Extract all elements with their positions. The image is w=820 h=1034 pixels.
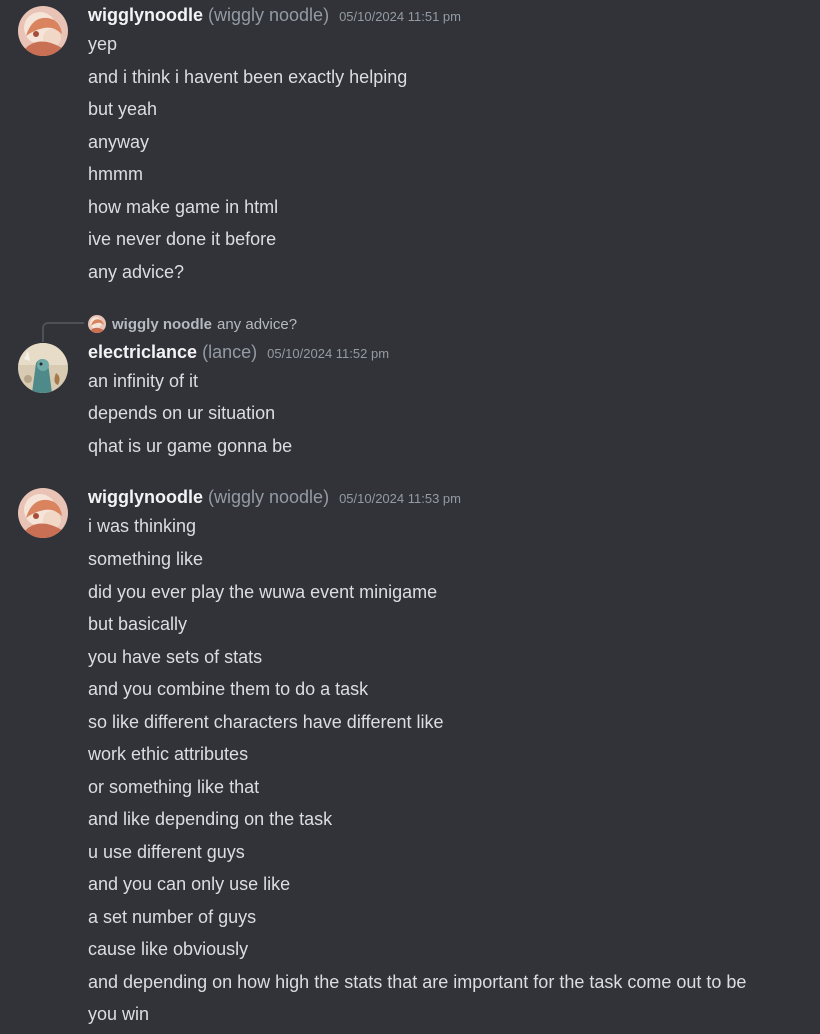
- timestamp[interactable]: 05/10/2024 11:53 pm: [339, 491, 461, 506]
- message-line: u use different guys: [88, 842, 245, 862]
- avatar-image: [18, 6, 68, 56]
- message-line: ive never done it before: [88, 229, 277, 249]
- reply-connector: [42, 322, 84, 342]
- message-line: something like: [88, 549, 204, 569]
- message-line: any advice?: [88, 262, 185, 282]
- message-line: and like depending on the task: [88, 809, 333, 829]
- username[interactable]: electriclance: [88, 342, 197, 363]
- message-line: work ethic attributes: [88, 744, 249, 764]
- message-line: qhat is ur game gonna be: [88, 436, 293, 456]
- message-line: an infinity of it: [88, 371, 199, 391]
- avatar-image: [18, 488, 68, 538]
- avatar[interactable]: [18, 6, 68, 56]
- message-line: depends on ur situation: [88, 403, 276, 423]
- message-line: hmmm: [88, 164, 143, 184]
- message-line: and i think i havent been exactly helpin…: [88, 67, 408, 87]
- nickname: (lance): [202, 342, 258, 362]
- message-line: so like different characters have differ…: [88, 712, 444, 732]
- timestamp[interactable]: 05/10/2024 11:52 pm: [267, 346, 389, 361]
- timestamp[interactable]: 05/10/2024 11:51 pm: [339, 9, 461, 24]
- reply-avatar: [88, 315, 106, 333]
- message-line: yep: [88, 34, 118, 54]
- message-line: how make game in html: [88, 197, 279, 217]
- message-header: electriclance (lance) 05/10/2024 11:52 p…: [88, 342, 389, 366]
- avatar[interactable]: [18, 488, 68, 538]
- reply-preview[interactable]: wiggly noodle any advice?: [88, 314, 297, 334]
- message-line: did you ever play the wuwa event minigam…: [88, 582, 438, 602]
- username[interactable]: wigglynoodle: [88, 5, 203, 26]
- reply-text: any advice?: [217, 315, 298, 333]
- message-line: a set number of guys: [88, 907, 257, 927]
- avatar[interactable]: [18, 343, 68, 393]
- avatar-image: [18, 343, 68, 393]
- message-line: cause like obviously: [88, 939, 249, 959]
- message-line: i was thinking: [88, 516, 197, 536]
- nickname: (wiggly noodle): [208, 487, 330, 507]
- message-header: wigglynoodle (wiggly noodle) 05/10/2024 …: [88, 487, 461, 511]
- reply-avatar-image: [88, 315, 106, 333]
- message-line: and you combine them to do a task: [88, 679, 369, 699]
- nickname: (wiggly noodle): [208, 5, 330, 25]
- message-line: you have sets of stats: [88, 647, 263, 667]
- message-header: wigglynoodle (wiggly noodle) 05/10/2024 …: [88, 5, 461, 29]
- username[interactable]: wigglynoodle: [88, 487, 203, 508]
- message-line: but yeah: [88, 99, 158, 119]
- reply-username[interactable]: wiggly noodle: [112, 316, 212, 333]
- message-line: but basically: [88, 614, 188, 634]
- message-line: or something like that: [88, 777, 260, 797]
- message-line: and depending on how high the stats that…: [88, 972, 747, 992]
- message-line: and you can only use like: [88, 874, 291, 894]
- message-line: you win: [88, 1004, 150, 1024]
- message-line: anyway: [88, 132, 150, 152]
